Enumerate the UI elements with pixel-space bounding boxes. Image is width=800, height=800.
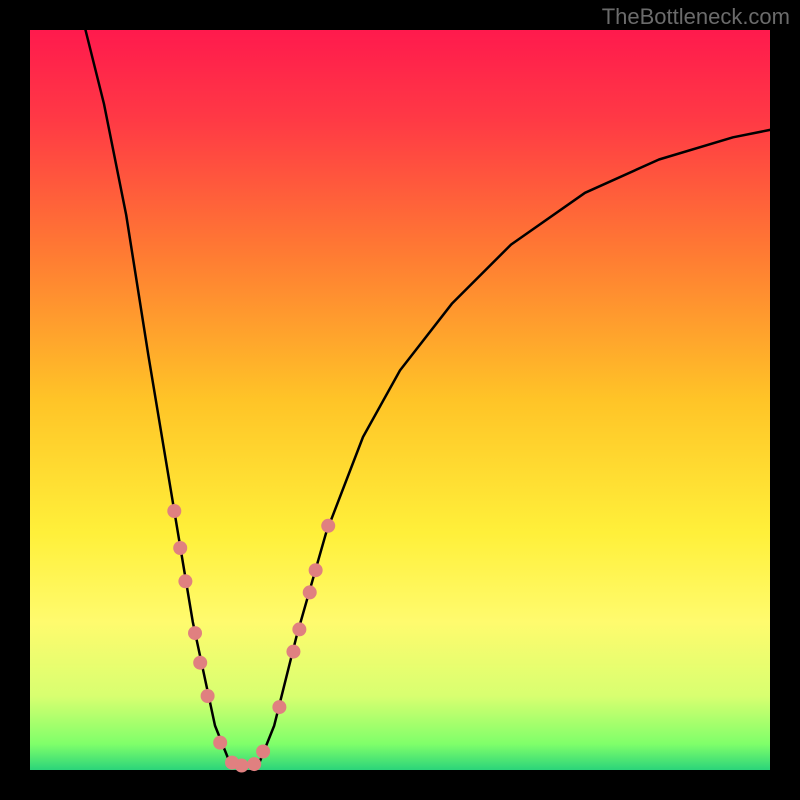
watermark-text: TheBottleneck.com bbox=[602, 4, 790, 30]
curve-marker bbox=[178, 574, 192, 588]
curve-marker bbox=[286, 645, 300, 659]
curve-marker bbox=[256, 745, 270, 759]
curve-marker bbox=[167, 504, 181, 518]
curve-marker bbox=[235, 759, 249, 773]
curve-marker bbox=[292, 622, 306, 636]
curve-marker bbox=[213, 736, 227, 750]
curve-marker bbox=[303, 585, 317, 599]
bottleneck-chart: TheBottleneck.com bbox=[0, 0, 800, 800]
curve-marker bbox=[173, 541, 187, 555]
curve-marker bbox=[309, 563, 323, 577]
curve-marker bbox=[321, 519, 335, 533]
curve-marker bbox=[193, 656, 207, 670]
curve-marker bbox=[201, 689, 215, 703]
curve-marker bbox=[247, 757, 261, 771]
curve-marker bbox=[272, 700, 286, 714]
chart-svg bbox=[0, 0, 800, 800]
chart-background-gradient bbox=[30, 30, 770, 770]
curve-marker bbox=[188, 626, 202, 640]
